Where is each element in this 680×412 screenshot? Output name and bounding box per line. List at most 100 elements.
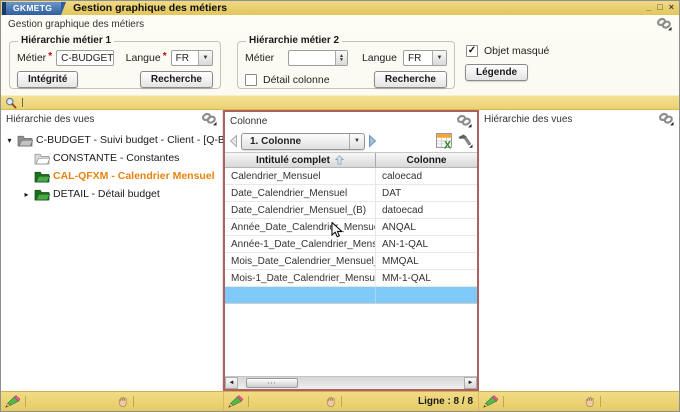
view-tree: C-BUDGET - Suivi budget - Client - [Q-BU… — [1, 128, 222, 203]
header-colonne[interactable]: Colonne — [375, 153, 477, 167]
minimize-icon[interactable]: _ — [646, 1, 651, 14]
edit-pencil-icon[interactable] — [227, 395, 244, 409]
sort-ascending-icon[interactable] — [335, 155, 344, 165]
scroll-left-icon[interactable] — [225, 377, 238, 389]
row-counter: Ligne : 8 / 8 — [418, 396, 475, 407]
required-asterisk: * — [163, 51, 167, 62]
tree-expander-icon[interactable] — [5, 136, 14, 145]
window-title: Gestion graphique des métiers — [73, 2, 227, 14]
cell-intitule-complet: Mois_Date_Calendrier_Mensuel_(MM) — [225, 253, 375, 269]
tree-item[interactable]: C-BUDGET - Suivi budget - Client - [Q-BU… — [1, 131, 222, 149]
tree-item[interactable]: CAL-QFXM - Calendrier Mensuel — [1, 167, 222, 185]
group1-title: Hiérarchie métier 1 — [18, 35, 114, 46]
chevron-down-icon[interactable] — [349, 134, 364, 149]
colonne-panel: Colonne 1. Colonne — [223, 110, 479, 391]
legende-button[interactable]: Légende — [465, 64, 528, 81]
cell-colonne: ANQAL — [375, 219, 477, 235]
cell-intitule-complet: Année_Date_Calendrier_Mensuel — [225, 219, 375, 235]
colonne-panel-title: Colonne — [230, 116, 456, 127]
cell-colonne: DAT — [375, 185, 477, 201]
tree-item-label: CONSTANTE - Constantes — [53, 152, 179, 164]
text-caret — [22, 98, 23, 107]
integrite-button[interactable]: Intégrité — [17, 71, 78, 88]
close-icon[interactable]: × — [669, 1, 674, 14]
column-table-header: Intitulé complet Colonne — [225, 152, 477, 168]
tree-item[interactable]: CONSTANTE - Constantes — [1, 149, 222, 167]
table-row[interactable]: Mois_Date_Calendrier_Mensuel_(MM) MMQAL — [225, 253, 477, 270]
link-icon[interactable] — [201, 112, 217, 126]
tree-item-label: CAL-QFXM - Calendrier Mensuel — [53, 170, 215, 182]
next-column-icon[interactable] — [368, 134, 377, 148]
new-entry-selected-row[interactable] — [225, 287, 477, 304]
spinner-icon[interactable]: ▲▼ — [335, 51, 347, 65]
drag-hand-icon[interactable] — [325, 396, 337, 408]
metier2-combo[interactable]: ▲▼ — [288, 50, 348, 66]
main-content: Hiérarchie des vues C-BUDGET - Suivi bud… — [1, 110, 679, 391]
required-asterisk: * — [48, 51, 52, 62]
metier1-combo[interactable]: C-BUDGET ▲▼ — [56, 50, 114, 66]
drag-hand-icon[interactable] — [117, 396, 129, 408]
objet-masque-checkbox[interactable] — [466, 45, 478, 57]
folder-icon — [34, 152, 50, 165]
status-section-right — [479, 392, 679, 411]
scrollbar-track[interactable] — [238, 377, 464, 389]
recherche2-button[interactable]: Recherche — [374, 71, 447, 88]
scroll-right-icon[interactable] — [464, 377, 477, 389]
cell-intitule-complet: Mois-1_Date_Calendrier_Mensuel_(MM) — [225, 270, 375, 286]
drag-hand-icon[interactable] — [584, 396, 596, 408]
tree-item[interactable]: DETAIL - Détail budget — [1, 185, 222, 203]
svg-text:X: X — [444, 139, 451, 149]
export-excel-icon[interactable]: X — [436, 133, 453, 149]
tree-item-label: DETAIL - Détail budget — [53, 188, 160, 200]
dropdown-arrow-icon[interactable] — [432, 51, 446, 65]
colonne-toolbar: 1. Colonne X — [225, 130, 477, 152]
langue2-select[interactable]: FR — [403, 50, 447, 66]
transaction-code-badge: GKMETG — [2, 2, 61, 15]
title-bar: GKMETG Gestion graphique des métiers _ □… — [1, 1, 679, 15]
detail-colonne-label: Détail colonne — [263, 74, 330, 86]
status-section-left — [1, 392, 223, 411]
langue2-value: FR — [404, 51, 432, 65]
table-row[interactable]: Date_Calendrier_Mensuel_(B) datoecad — [225, 202, 477, 219]
link-icon[interactable] — [658, 112, 674, 126]
link-icon[interactable] — [656, 17, 672, 31]
table-row[interactable]: Date_Calendrier_Mensuel DAT — [225, 185, 477, 202]
horizontal-scrollbar[interactable] — [225, 376, 477, 389]
langue2-label: Langue — [362, 52, 397, 64]
table-row[interactable]: Mois-1_Date_Calendrier_Mensuel_(MM) MM-1… — [225, 270, 477, 287]
tools-hammer-icon[interactable] — [456, 133, 473, 149]
table-row[interactable]: Année_Date_Calendrier_Mensuel ANQAL — [225, 219, 477, 236]
right-panel-header: Hiérarchie des vues — [479, 110, 679, 128]
langue1-value: FR — [172, 51, 198, 65]
search-input[interactable] — [28, 97, 675, 109]
column-table-body: Calendrier_Mensuel caloecad Date_Calendr… — [225, 168, 477, 287]
recherche1-button[interactable]: Recherche — [140, 71, 213, 88]
cell-colonne: AN-1-QAL — [375, 236, 477, 252]
table-row[interactable]: Calendrier_Mensuel caloecad — [225, 168, 477, 185]
column-selector[interactable]: 1. Colonne — [241, 133, 365, 150]
group2-fields-row: Métier ▲▼ Langue FR — [238, 50, 454, 66]
header-intitule-complet[interactable]: Intitulé complet — [225, 153, 375, 167]
cell-intitule-complet: Date_Calendrier_Mensuel_(B) — [225, 202, 375, 218]
cell-intitule-complet — [225, 287, 375, 303]
edit-pencil-icon[interactable] — [4, 395, 21, 409]
metier2-label: Métier — [245, 52, 274, 64]
status-bar: Ligne : 8 / 8 — [1, 391, 679, 411]
tree-expander-icon[interactable] — [22, 190, 31, 199]
prev-column-icon[interactable] — [229, 134, 238, 148]
search-icon[interactable] — [5, 97, 17, 109]
dropdown-arrow-icon[interactable] — [198, 51, 212, 65]
folder-icon — [34, 188, 50, 201]
scrollbar-thumb[interactable] — [246, 378, 298, 388]
group1-fields-row: Métier * C-BUDGET ▲▼ Langue * FR — [10, 50, 220, 66]
link-icon[interactable] — [456, 114, 472, 128]
left-panel-title: Hiérarchie des vues — [6, 114, 201, 125]
table-row[interactable]: Année-1_Date_Calendrier_Mensuel AN-1-QAL — [225, 236, 477, 253]
detail-colonne-checkbox[interactable] — [245, 74, 257, 86]
langue1-select[interactable]: FR — [171, 50, 213, 66]
cell-intitule-complet: Calendrier_Mensuel — [225, 168, 375, 184]
edit-pencil-icon[interactable] — [482, 395, 499, 409]
maximize-icon[interactable]: □ — [657, 1, 662, 14]
group1-buttons-row: Intégrité Recherche — [10, 71, 220, 88]
status-section-middle: Ligne : 8 / 8 — [223, 392, 479, 411]
